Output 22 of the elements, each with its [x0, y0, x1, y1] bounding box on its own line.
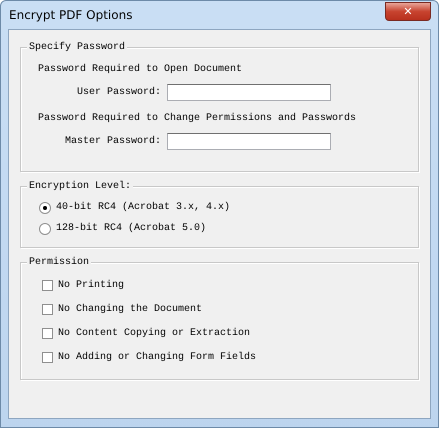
password-field[interactable] — [167, 132, 331, 150]
field-label: Master Password: — [64, 136, 161, 146]
field-heading: Password Required to Open Document — [38, 63, 244, 76]
checkbox-label: No Printing — [58, 280, 124, 290]
window-title: Encrypt PDF Options — [9, 8, 132, 22]
field-label: User Password: — [76, 86, 161, 98]
checkbox-label: No Changing the Document — [58, 304, 202, 314]
option-label: 40-bit RC4 (Acrobat 3.x, 4.x) — [56, 202, 230, 213]
checkbox[interactable] — [42, 280, 53, 290]
field-heading: Password Required to Change Permissions and Passwords — [38, 112, 358, 125]
checkbox[interactable] — [42, 328, 53, 338]
group-title: Specify Password — [27, 41, 128, 54]
option-label: 128-bit RC4 (Acrobat 5.0) — [56, 223, 206, 234]
password-field[interactable] — [167, 84, 331, 100]
checkbox[interactable] — [42, 304, 53, 314]
checkbox-label: No Content Copying or Extraction — [58, 328, 250, 338]
checkbox-label: No Adding or Changing Form Fields — [58, 352, 256, 362]
checkbox[interactable] — [42, 352, 53, 362]
close-button[interactable]: ✕ — [385, 2, 431, 21]
radio-button[interactable] — [39, 202, 51, 214]
group-title: Encryption Level: — [27, 180, 134, 193]
radio-button[interactable] — [39, 222, 51, 234]
